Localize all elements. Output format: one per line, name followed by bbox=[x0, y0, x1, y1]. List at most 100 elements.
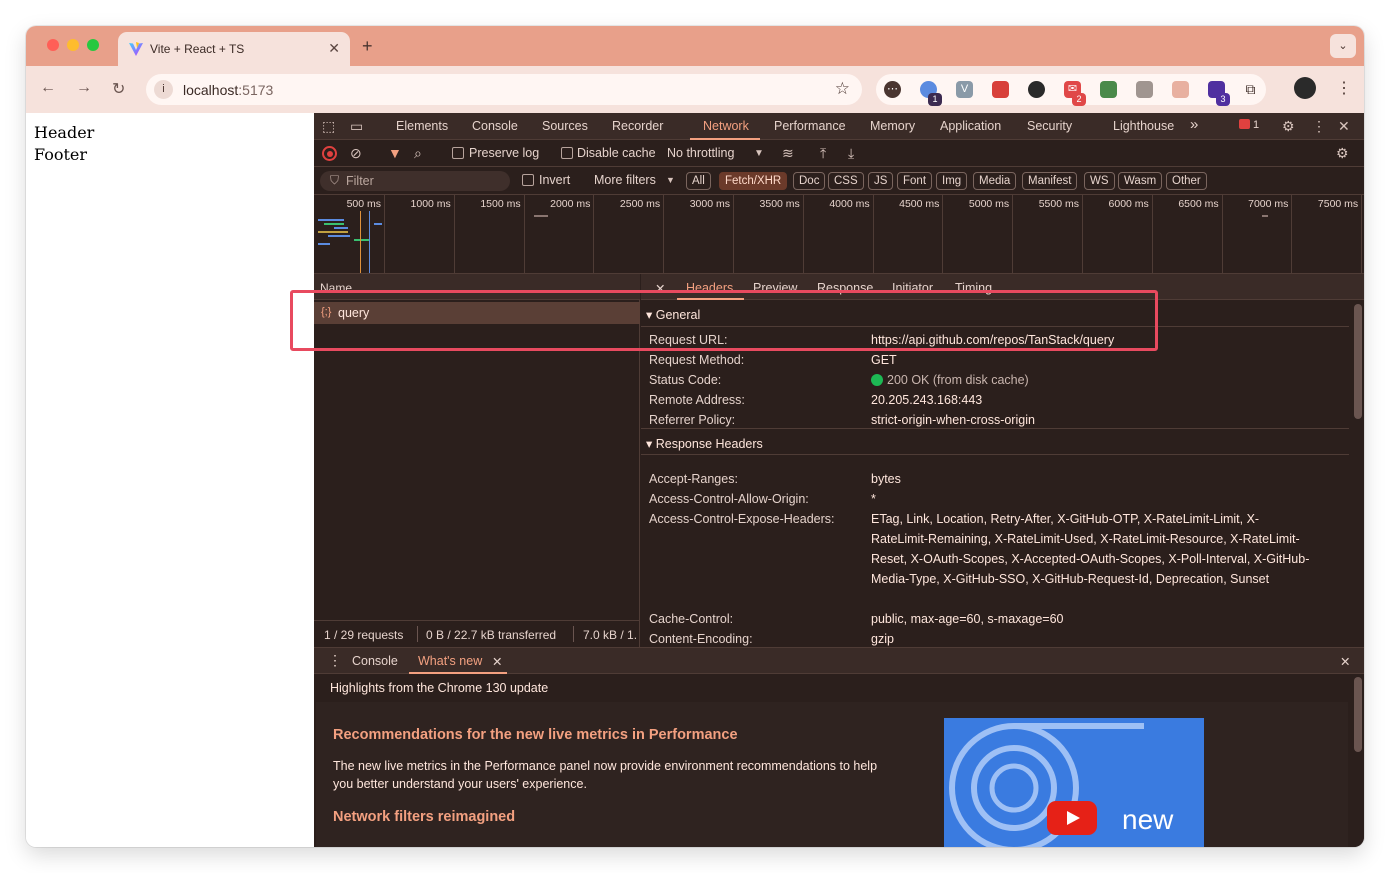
tab-application[interactable]: Application bbox=[940, 119, 1001, 133]
whats-new-paragraph: The new live metrics in the Performance … bbox=[333, 759, 878, 791]
tab-network[interactable]: Network bbox=[703, 119, 749, 133]
timeline-tick-label: 1000 ms bbox=[410, 198, 451, 210]
filter-other-chip[interactable]: Other bbox=[1166, 172, 1207, 190]
timeline-gridline bbox=[733, 195, 734, 273]
browser-menu-icon[interactable]: ⋮ bbox=[1336, 78, 1352, 98]
timeline-tick-label: 7500 ms bbox=[1317, 198, 1359, 210]
tab-sources[interactable]: Sources bbox=[542, 119, 588, 133]
close-whats-new-icon[interactable]: ✕ bbox=[492, 654, 502, 669]
vue-devtools-icon[interactable]: V bbox=[956, 81, 973, 98]
camera-extension-icon[interactable] bbox=[1136, 81, 1153, 98]
drawer-scrollbar[interactable] bbox=[1354, 677, 1362, 752]
tab-memory[interactable]: Memory bbox=[870, 119, 915, 133]
extension-icon[interactable] bbox=[1028, 81, 1045, 98]
whats-new-heading[interactable]: Network filters reimagined bbox=[333, 809, 515, 825]
reload-icon[interactable]: ↻ bbox=[112, 79, 125, 99]
profile-avatar[interactable] bbox=[1294, 77, 1316, 99]
extension-icon[interactable] bbox=[992, 81, 1009, 98]
filter-css-chip[interactable]: CSS bbox=[828, 172, 864, 190]
whats-new-heading[interactable]: Recommendations for the new live metrics… bbox=[333, 727, 738, 743]
tab-performance[interactable]: Performance bbox=[774, 119, 846, 133]
timeline-tick-label: 6000 ms bbox=[1108, 198, 1149, 210]
filter-input[interactable]: ⛉ Filter bbox=[320, 171, 510, 191]
filter-funnel-icon[interactable]: ▼ bbox=[388, 145, 402, 161]
inspect-element-icon[interactable]: ⬚ bbox=[322, 118, 335, 135]
timeline-gridline bbox=[1291, 195, 1293, 273]
waterfall-bar bbox=[354, 239, 370, 241]
site-info-icon[interactable]: i bbox=[154, 80, 173, 99]
tab-lighthouse[interactable]: Lighthouse bbox=[1113, 119, 1174, 133]
search-icon[interactable]: ⌕ bbox=[414, 145, 422, 162]
filter-doc-chip[interactable]: Doc bbox=[793, 172, 826, 190]
tab-security[interactable]: Security bbox=[1027, 119, 1072, 133]
network-conditions-icon[interactable]: ≋ bbox=[782, 145, 794, 162]
title-bar: Vite + React + TS ✕ + ⌄ bbox=[26, 26, 1364, 66]
drawer-tab-whats-new[interactable]: What's new bbox=[418, 654, 482, 668]
drawer-menu-icon[interactable]: ⋮ bbox=[328, 652, 342, 669]
tab-console[interactable]: Console bbox=[472, 119, 518, 133]
new-tab-button[interactable]: + bbox=[362, 36, 373, 57]
settings-gear-icon[interactable]: ⚙ bbox=[1282, 118, 1295, 135]
throttling-select[interactable]: No throttling bbox=[667, 146, 734, 160]
invert-checkbox[interactable] bbox=[522, 174, 534, 186]
close-drawer-icon[interactable]: ✕ bbox=[1340, 654, 1350, 669]
extension-icon[interactable] bbox=[1100, 81, 1117, 98]
bookmark-star-icon[interactable]: ☆ bbox=[835, 79, 850, 99]
youtube-play-icon[interactable] bbox=[1047, 801, 1097, 835]
device-toolbar-icon[interactable]: ▭ bbox=[350, 118, 363, 135]
timeline-tick-label: 1500 ms bbox=[480, 198, 521, 210]
disable-cache-label: Disable cache bbox=[577, 146, 656, 160]
devtools-menu-icon[interactable]: ⋮ bbox=[1312, 118, 1326, 135]
close-devtools-icon[interactable]: ✕ bbox=[1338, 118, 1350, 135]
tab-close-icon[interactable]: ✕ bbox=[328, 40, 340, 57]
status-code-value: 200 OK (from disk cache) bbox=[871, 370, 1321, 390]
tab-elements[interactable]: Elements bbox=[396, 119, 448, 133]
filter-fetch-xhr-chip[interactable]: Fetch/XHR bbox=[719, 172, 788, 190]
drawer-tab-console[interactable]: Console bbox=[352, 654, 398, 668]
header-value: * bbox=[871, 492, 876, 506]
puzzle-extensions-icon[interactable]: ⧉ bbox=[1242, 81, 1259, 98]
chevron-down-icon[interactable]: ▼ bbox=[666, 175, 675, 185]
filter-img-chip[interactable]: Img bbox=[936, 172, 968, 190]
extension-icon[interactable] bbox=[1172, 81, 1189, 98]
clear-icon[interactable]: ⊘ bbox=[350, 145, 362, 162]
promo-new-text: new bbox=[1122, 804, 1174, 835]
filter-font-chip[interactable]: Font bbox=[897, 172, 933, 190]
minimize-window-button[interactable] bbox=[67, 39, 79, 51]
browser-window: Vite + React + TS ✕ + ⌄ ← → ↻ i localhos… bbox=[26, 26, 1364, 847]
close-window-button[interactable] bbox=[47, 39, 59, 51]
browser-toolbar: ← → ↻ i localhost:5173 ☆ ⋯ 1 V ✉ 2 3 ⧉ ⋮ bbox=[26, 66, 1364, 113]
filter-ws-chip[interactable]: WS bbox=[1084, 172, 1115, 190]
browser-tab[interactable]: Vite + React + TS ✕ bbox=[118, 32, 350, 66]
filter-wasm-chip[interactable]: Wasm bbox=[1118, 172, 1163, 190]
more-filters-dropdown[interactable]: More filters bbox=[594, 173, 656, 187]
filter-manifest-chip[interactable]: Manifest bbox=[1022, 172, 1078, 190]
response-headers-section-header[interactable]: ▾ Response Headers bbox=[641, 428, 1349, 455]
export-har-icon[interactable]: ⤓ bbox=[848, 145, 854, 162]
back-arrow-icon[interactable]: ← bbox=[40, 79, 56, 97]
whats-new-video-thumbnail[interactable]: new bbox=[944, 718, 1204, 847]
error-count-badge[interactable]: 1 bbox=[1239, 119, 1259, 131]
more-tabs-icon[interactable]: » bbox=[1190, 116, 1198, 133]
disable-cache-checkbox[interactable] bbox=[561, 147, 573, 159]
extension-icon[interactable]: ⋯ bbox=[884, 81, 901, 98]
preserve-log-checkbox[interactable] bbox=[452, 147, 464, 159]
waterfall-bar bbox=[334, 227, 348, 229]
tab-recorder[interactable]: Recorder bbox=[612, 119, 663, 133]
address-bar[interactable]: i localhost:5173 ☆ bbox=[146, 74, 862, 105]
network-overview-timeline[interactable]: 500 ms 1000 ms 1500 ms 2000 ms 2500 ms 3000 m… bbox=[314, 194, 1364, 274]
details-scrollbar[interactable] bbox=[1354, 304, 1362, 419]
filter-bar: ⛉ Filter Invert More filters ▼ All Fetch… bbox=[314, 167, 1364, 194]
chevron-down-icon[interactable]: ▼ bbox=[754, 148, 764, 159]
import-har-icon[interactable]: ⤒ bbox=[820, 145, 826, 162]
url-text[interactable]: localhost:5173 bbox=[183, 82, 273, 98]
header-key: Content-Encoding: bbox=[649, 632, 753, 646]
network-settings-icon[interactable]: ⚙ bbox=[1336, 145, 1349, 162]
maximize-window-button[interactable] bbox=[87, 39, 99, 51]
record-button[interactable] bbox=[322, 146, 337, 161]
filter-all-chip[interactable]: All bbox=[686, 172, 711, 190]
filter-js-chip[interactable]: JS bbox=[868, 172, 894, 190]
forward-arrow-icon[interactable]: → bbox=[76, 79, 92, 97]
filter-media-chip[interactable]: Media bbox=[973, 172, 1017, 190]
tab-search-button[interactable]: ⌄ bbox=[1330, 34, 1356, 58]
